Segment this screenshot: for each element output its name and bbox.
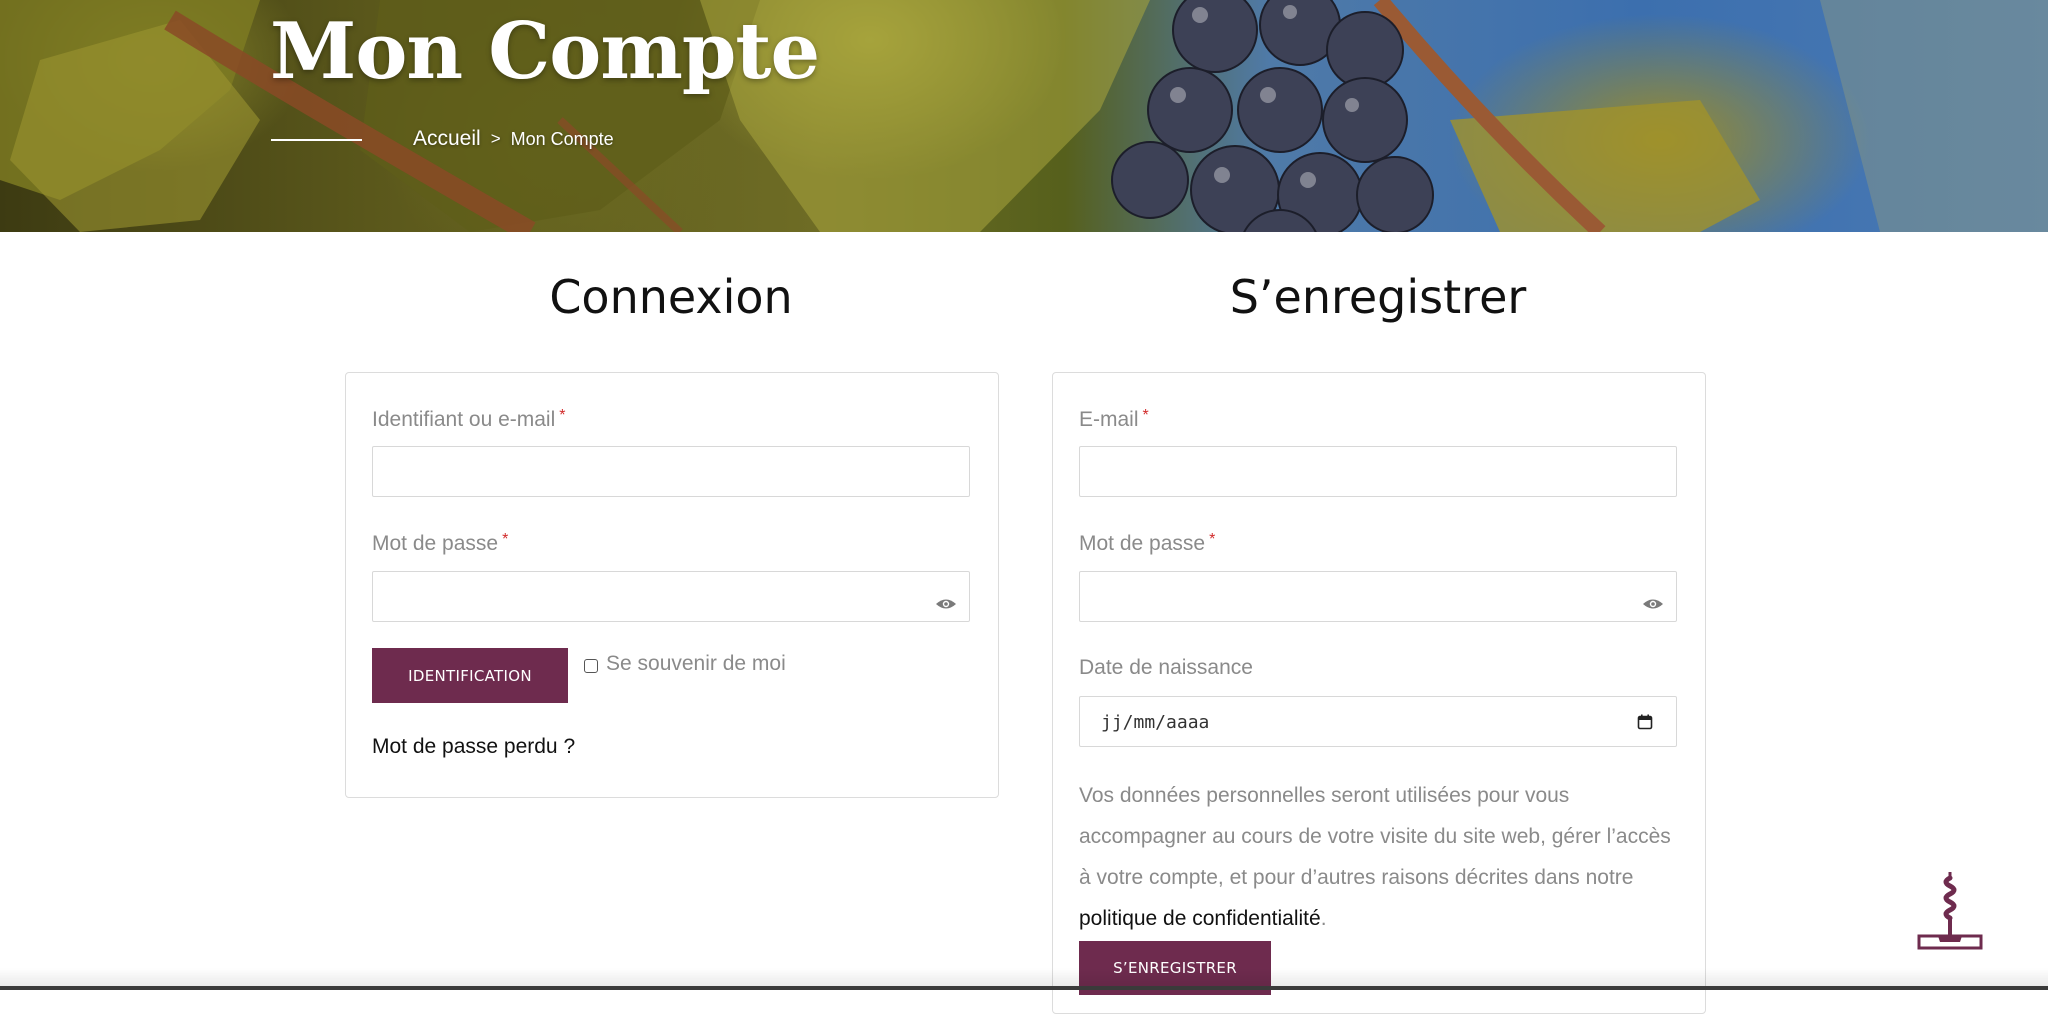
username-input[interactable] bbox=[372, 446, 970, 497]
birthdate-placeholder: jj/mm/aaaa bbox=[1101, 712, 1210, 733]
page-title: Mon Compte bbox=[270, 6, 820, 97]
password-label: Mot de passe * bbox=[372, 531, 508, 556]
email-label: E-mail * bbox=[1079, 407, 1149, 432]
corkscrew-logo-icon[interactable] bbox=[1916, 868, 1984, 954]
breadcrumb-home-link[interactable]: Accueil bbox=[413, 127, 481, 151]
title-divider bbox=[271, 139, 362, 141]
privacy-end: . bbox=[1320, 907, 1327, 930]
username-label: Identifiant ou e-mail * bbox=[372, 407, 566, 432]
register-password-input[interactable] bbox=[1079, 571, 1677, 622]
breadcrumb-current: Mon Compte bbox=[510, 128, 614, 149]
register-form: E-mail * Mot de passe * Date de naissance … bbox=[1052, 372, 1706, 1014]
privacy-text: Vos données personnelles seront utilisée… bbox=[1079, 784, 1671, 889]
breadcrumb: Accueil > Mon Compte bbox=[413, 127, 614, 151]
email-label-text: E-mail bbox=[1079, 408, 1139, 431]
username-label-text: Identifiant ou e-mail bbox=[372, 408, 556, 431]
calendar-icon[interactable] bbox=[1637, 714, 1653, 730]
hero-banner: Mon Compte Accueil > Mon Compte bbox=[0, 0, 2048, 232]
login-button[interactable]: IDENTIFICATION bbox=[372, 648, 568, 703]
register-password-label: Mot de passe * bbox=[1079, 531, 1215, 556]
required-mark: * bbox=[1209, 531, 1216, 548]
required-mark: * bbox=[1142, 407, 1149, 424]
breadcrumb-separator: > bbox=[490, 129, 501, 148]
lost-password-link[interactable]: Mot de passe perdu ? bbox=[372, 735, 575, 759]
eye-icon[interactable] bbox=[1642, 597, 1664, 611]
birthdate-label: Date de naissance bbox=[1079, 656, 1253, 679]
register-password-label-text: Mot de passe bbox=[1079, 532, 1206, 555]
required-mark: * bbox=[559, 407, 566, 424]
email-input[interactable] bbox=[1079, 446, 1677, 497]
register-title: S’enregistrer bbox=[1229, 270, 1527, 324]
remember-label: Se souvenir de moi bbox=[606, 652, 786, 675]
eye-icon[interactable] bbox=[935, 597, 957, 611]
password-label-text: Mot de passe bbox=[372, 532, 499, 555]
footer-edge bbox=[0, 986, 2048, 990]
privacy-policy-link[interactable]: politique de confidentialité bbox=[1079, 907, 1321, 930]
privacy-notice: Vos données personnelles seront utilisée… bbox=[1079, 775, 1679, 939]
password-input[interactable] bbox=[372, 571, 970, 622]
remember-checkbox[interactable] bbox=[584, 659, 598, 673]
login-title: Connexion bbox=[549, 270, 793, 324]
login-form: Identifiant ou e-mail * Mot de passe * IDE… bbox=[345, 372, 999, 798]
birthdate-input[interactable]: jj/mm/aaaa bbox=[1079, 696, 1677, 747]
required-mark: * bbox=[502, 531, 509, 548]
